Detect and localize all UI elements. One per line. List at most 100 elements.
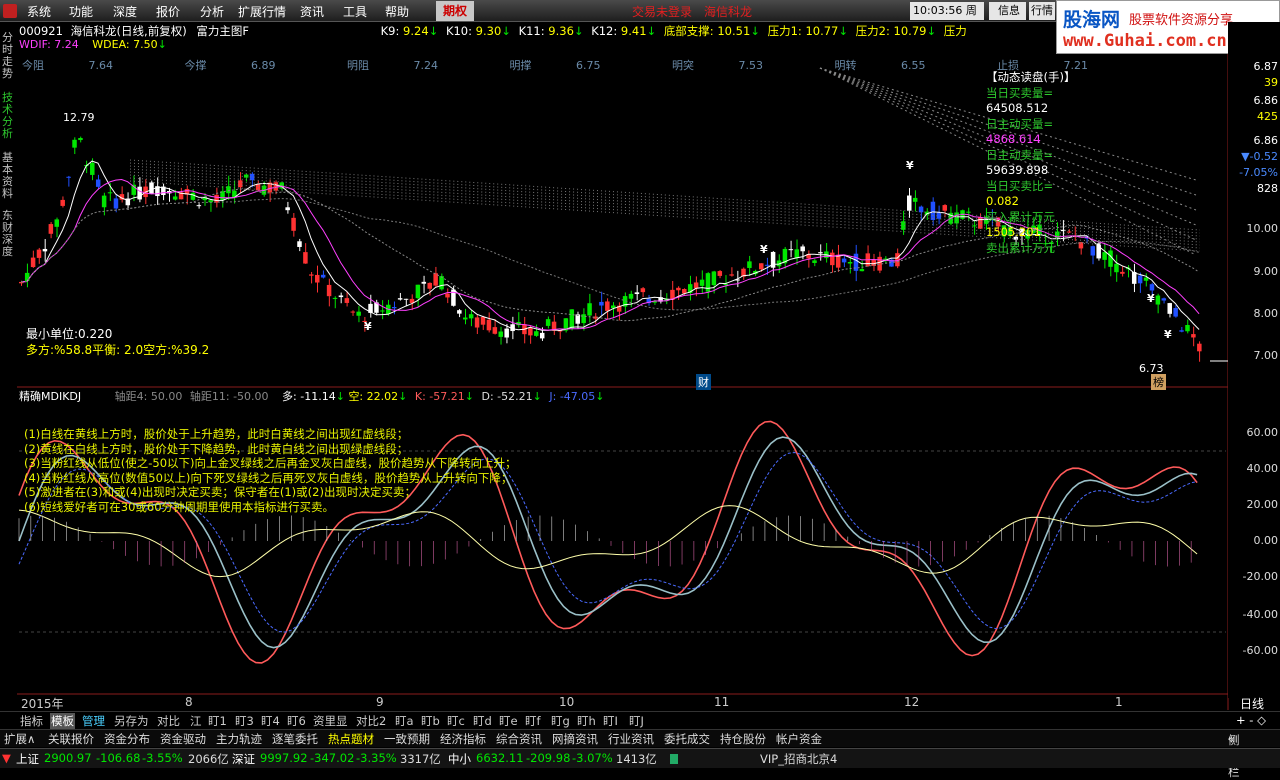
arrow-down-icon: ↓ (926, 24, 937, 38)
j-label: J: (549, 390, 557, 403)
tab-dingg[interactable]: 盯g (551, 713, 570, 729)
tab-indicator[interactable]: 指标 (20, 713, 43, 729)
period-label[interactable]: 日线 (1240, 695, 1264, 712)
sz-label[interactable]: 深证 (232, 751, 255, 767)
func-related-quote[interactable]: 关联报价 (48, 731, 94, 747)
candle-body (332, 297, 338, 299)
tab-dingb[interactable]: 盯b (421, 713, 440, 729)
scale-top-value: 425 (1257, 110, 1278, 123)
support-value: 10.51 (717, 24, 751, 38)
kline-chart[interactable] (0, 0, 1280, 768)
func-tick-orders[interactable]: 逐笔委托 (272, 731, 318, 747)
tab-ding6[interactable]: 盯6 (287, 713, 306, 729)
func-expand[interactable]: 扩展∧ (4, 731, 35, 747)
tab-compare[interactable]: 对比 (157, 713, 180, 729)
candle-body (640, 288, 646, 293)
tab-dingj[interactable]: 盯J (629, 713, 644, 729)
tab-dinge[interactable]: 盯e (499, 713, 518, 729)
nav-fundamental[interactable]: 基本资料 (2, 152, 15, 200)
level-value: 7.24 (413, 59, 439, 72)
trade-login-status[interactable]: 交易未登录 (632, 3, 692, 20)
tab-ding4[interactable]: 盯4 (261, 713, 280, 729)
func-fund-distribution[interactable]: 资金分布 (104, 731, 150, 747)
func-fund-drive[interactable]: 资金驱动 (160, 731, 206, 747)
func-account[interactable]: 帐户资金 (776, 731, 822, 747)
tab-save-as[interactable]: 另存为 (114, 713, 149, 729)
g4-value: 50.00 (150, 390, 183, 403)
menu-tools[interactable]: 工具 (343, 3, 367, 20)
tab-dingi[interactable]: 盯I (603, 713, 618, 729)
chevron-left-icon: « (1228, 732, 1236, 746)
tab-dingh[interactable]: 盯h (577, 713, 596, 729)
tab-jiang[interactable]: 江 (190, 713, 202, 729)
menu-system[interactable]: 系统 (27, 3, 51, 20)
status-bar: ▼ 上证 2900.97 -106.68 -3.55% 2066亿 深证 999… (0, 748, 1280, 768)
candle-body (486, 319, 492, 331)
zx-label[interactable]: 中小 (448, 751, 471, 767)
tab-display[interactable]: 资里显 (313, 713, 348, 729)
tab-dingd[interactable]: 盯d (473, 713, 492, 729)
quote-button[interactable]: 行情 (1029, 2, 1055, 20)
candle-body (190, 192, 196, 200)
system-icon (3, 4, 17, 18)
candle-body (759, 263, 764, 270)
tab-ding1[interactable]: 盯1 (208, 713, 227, 729)
price-tick: 7.00 (1253, 349, 1279, 362)
menu-depth[interactable]: 深度 (113, 3, 137, 20)
menu-extended[interactable]: 扩展行情 (238, 3, 286, 20)
finance-badge[interactable]: 财 (696, 374, 711, 390)
candle-body (273, 182, 279, 191)
func-main-track[interactable]: 主力轨迹 (216, 731, 262, 747)
candle-body (107, 192, 113, 194)
menu-analysis[interactable]: 分析 (200, 3, 224, 20)
zoom-controls[interactable]: + - ◇ (1236, 713, 1266, 727)
tab-template[interactable]: 模板 (50, 713, 75, 729)
tab-manage[interactable]: 管理 (82, 713, 105, 729)
nav-technical[interactable]: 技术分析 (2, 92, 15, 140)
func-hot-topics[interactable]: 热点题材 (328, 731, 374, 747)
candle-body (463, 317, 468, 320)
func-industry-news[interactable]: 行业资讯 (608, 731, 654, 747)
candle-body (445, 293, 450, 298)
tab-dingf[interactable]: 盯f (525, 713, 541, 729)
func-holdings[interactable]: 持仓股份 (720, 731, 766, 747)
tab-compare2[interactable]: 对比2 (356, 713, 386, 729)
ind-tick: 60.00 (1246, 426, 1279, 439)
candle-body (711, 271, 717, 286)
options-button[interactable]: 期权 (436, 1, 474, 21)
menu-quote[interactable]: 报价 (156, 3, 180, 20)
func-general-news[interactable]: 综合资讯 (496, 731, 542, 747)
menu-help[interactable]: 帮助 (385, 3, 409, 20)
candle-body (356, 311, 361, 316)
vip-server[interactable]: VIP_招商北京4 (760, 751, 837, 767)
tab-dingc[interactable]: 盯c (447, 713, 465, 729)
candle-body (587, 303, 592, 316)
rank-badge[interactable]: 榜 (1151, 374, 1166, 390)
candle-body (634, 292, 640, 295)
menu-news[interactable]: 资讯 (300, 3, 324, 20)
sh-label[interactable]: 上证 (16, 751, 39, 767)
k12-value: 9.41 (620, 24, 647, 38)
dyn-label: 卖出累计万元 (986, 240, 1055, 255)
chart-info: 最小单位:0.220 多方:%58.8平衡: 2.0空方:%39.2 (26, 326, 209, 358)
func-economic[interactable]: 经济指标 (440, 731, 486, 747)
arrow-down-icon: ↓ (157, 38, 167, 51)
candle-body (1197, 343, 1202, 352)
nav-depth[interactable]: 东财深度 (2, 210, 15, 258)
tab-dinga[interactable]: 盯a (395, 713, 414, 729)
nav-intraday[interactable]: 分时走势 (2, 32, 15, 80)
func-consensus[interactable]: 一致预期 (384, 731, 430, 747)
indicator-name[interactable]: 精确MDIKDJ (19, 390, 81, 403)
formula-name[interactable]: 富力主图F (196, 24, 249, 38)
info-button[interactable]: 信息 (992, 2, 1026, 20)
yen-marker: ¥ (760, 243, 768, 256)
candle-body (717, 271, 723, 276)
g11-label: 轴距11: (189, 390, 230, 403)
menu-function[interactable]: 功能 (69, 3, 93, 20)
candle-body (214, 194, 219, 203)
candle-body (60, 199, 65, 206)
d-value: -52.21 (497, 390, 533, 403)
tab-ding3[interactable]: 盯3 (235, 713, 254, 729)
func-web-news[interactable]: 网摘资讯 (552, 731, 598, 747)
func-orders[interactable]: 委托成交 (664, 731, 710, 747)
